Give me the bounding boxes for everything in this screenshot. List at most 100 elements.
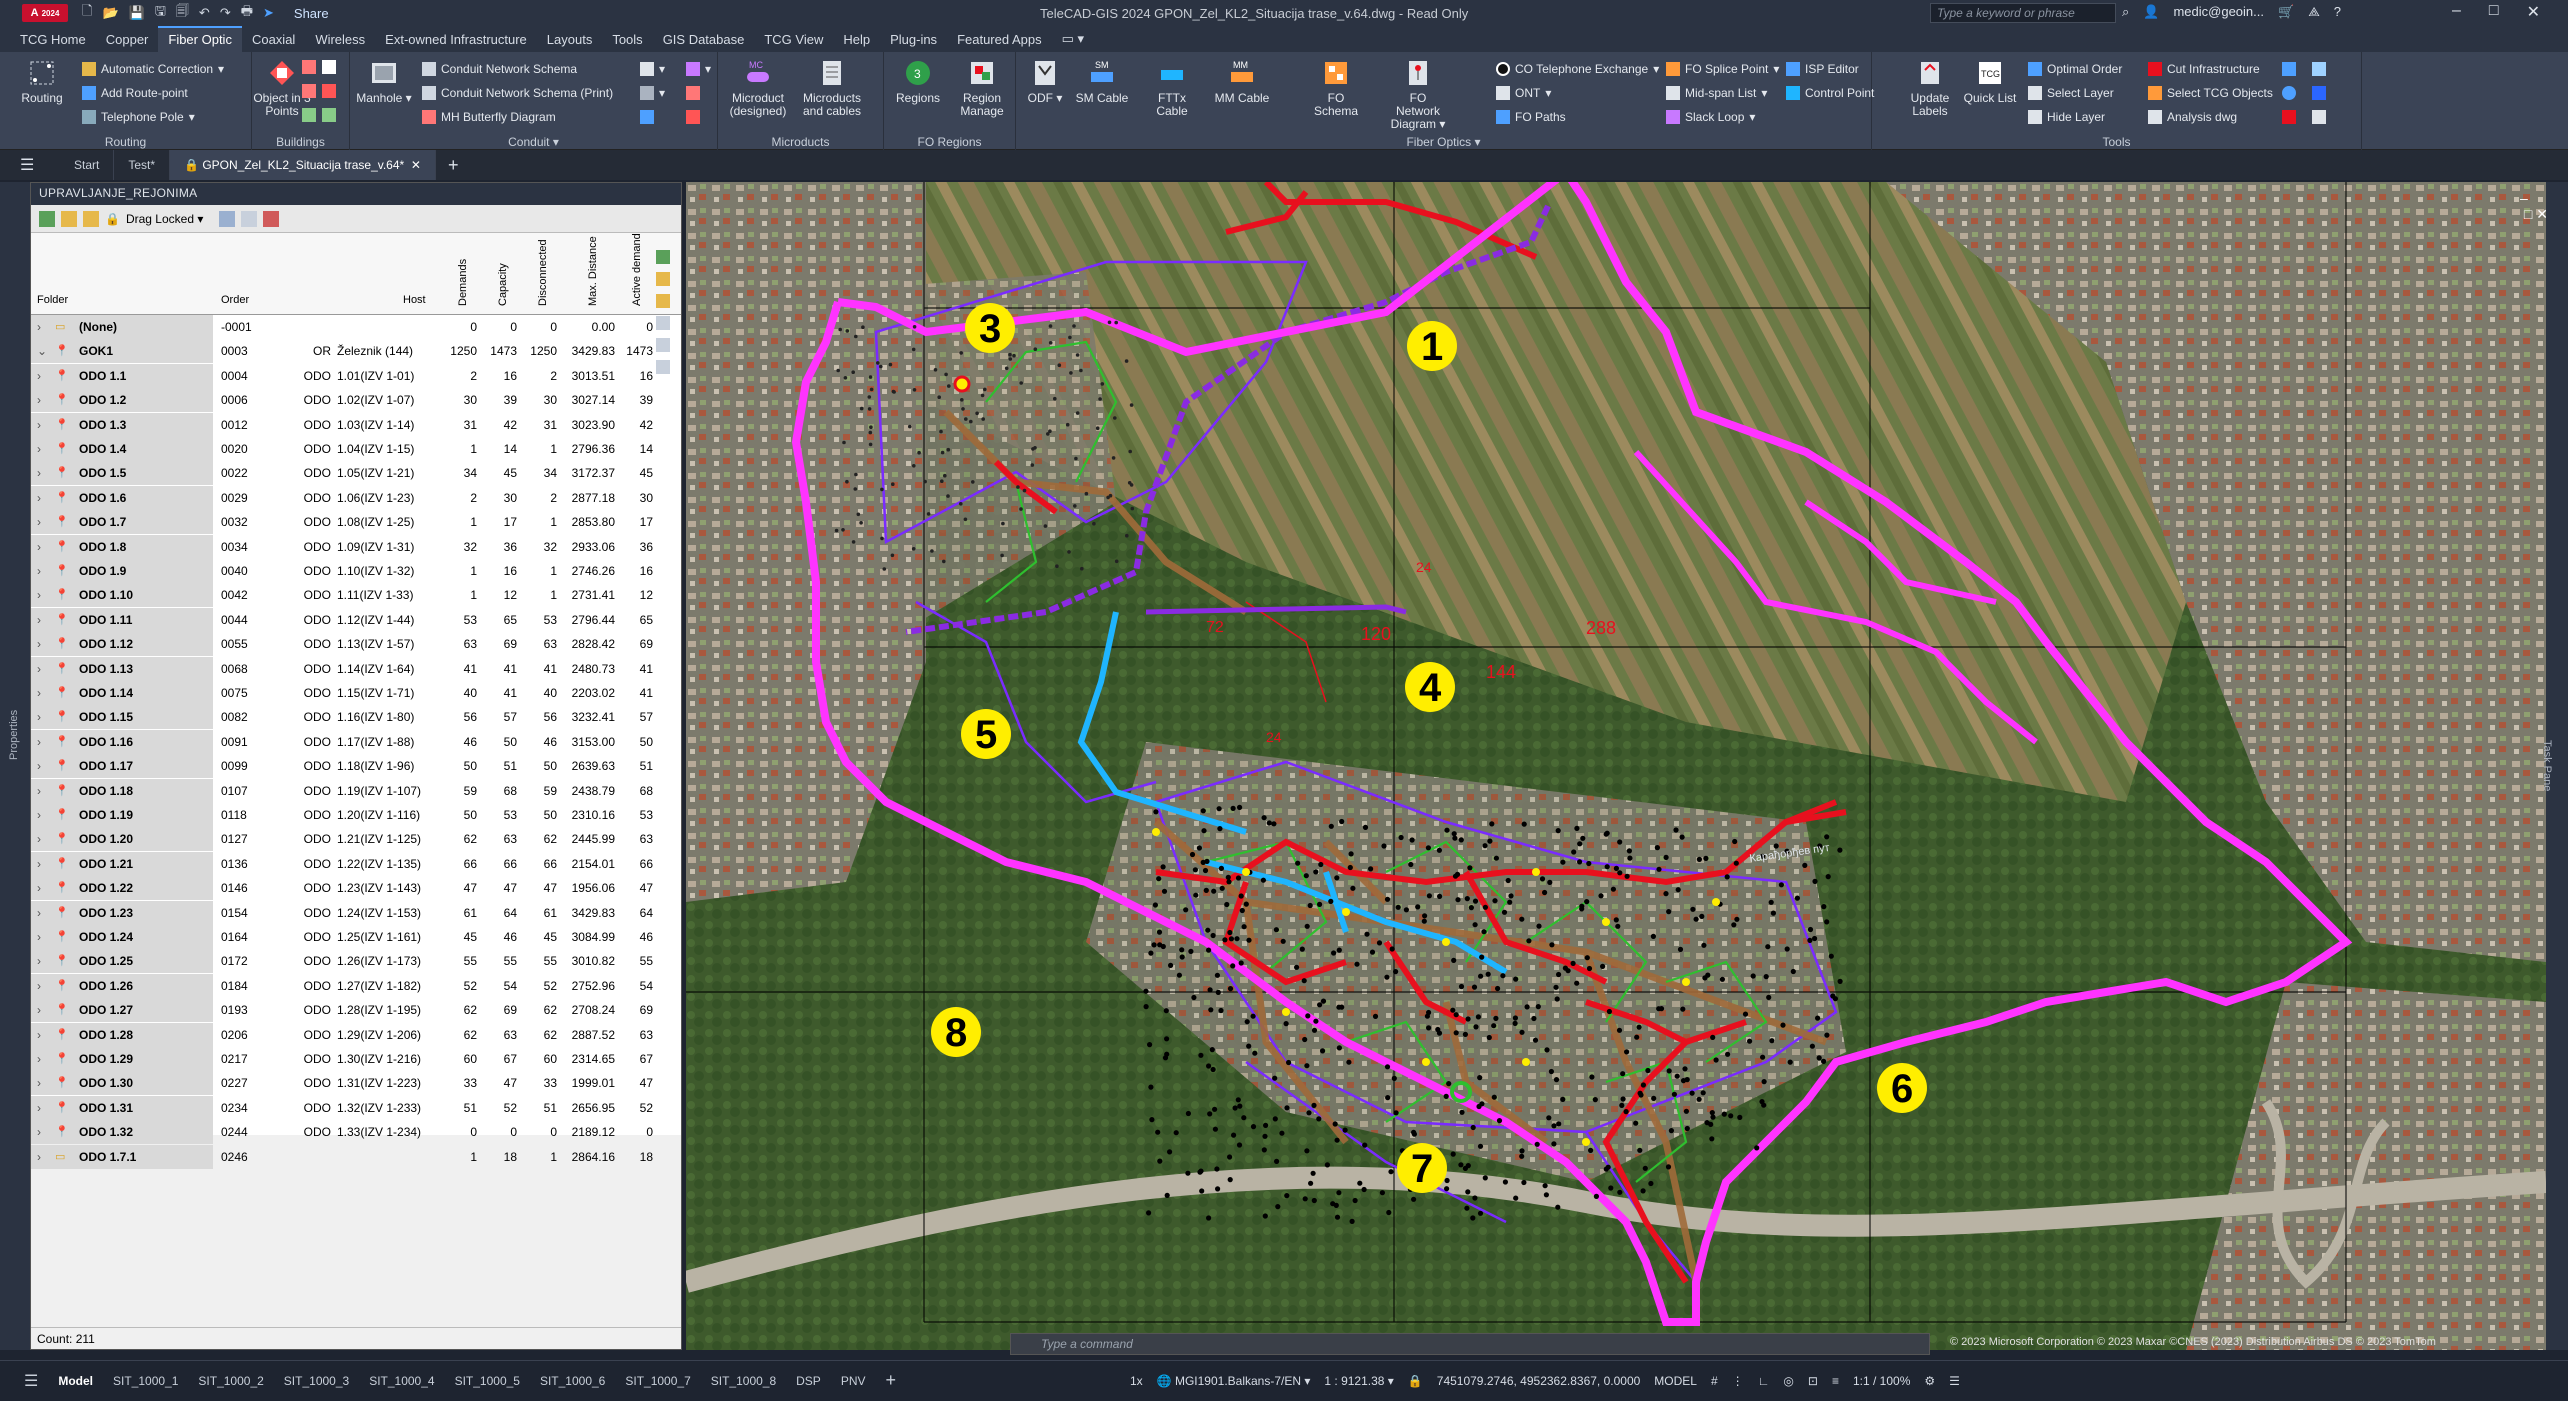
status-scale[interactable]: 1 : 9121.38 ▾	[1324, 1374, 1393, 1388]
help-search-input[interactable]: Type a keyword or phrase	[1930, 3, 2116, 23]
tab-gis-database[interactable]: GIS Database	[653, 28, 755, 52]
table-row[interactable]: ODO 1.26 › 0184 ODO 1.27(IZV 1-182) 52 54 52 275…	[31, 973, 653, 998]
building-tool-5[interactable]	[302, 108, 316, 122]
table-row[interactable]: ODO 1.17 › 0099 ODO 1.18(IZV 1-96) 50 51 50 2639…	[31, 754, 653, 779]
control-point-button[interactable]: Control Point	[1786, 86, 1874, 100]
layout-tab-sit-1[interactable]: SIT_1000_1	[103, 1361, 188, 1401]
hide-layer-button[interactable]: Hide Layer	[2028, 110, 2105, 124]
update-labels-button[interactable]: Update Labels	[1900, 58, 1960, 118]
region-4-marker[interactable]: 4	[1405, 662, 1455, 712]
auto-correction-button[interactable]: Automatic Correction ▾	[82, 62, 224, 76]
row-expander[interactable]: ›	[37, 1096, 51, 1120]
table-row[interactable]: ODO 1.32 › 0244 ODO 1.33(IZV 1-234) 0 0 0 2189.1…	[31, 1120, 653, 1145]
conduit-tool-5[interactable]	[686, 86, 700, 100]
row-expander[interactable]: ›	[37, 510, 51, 534]
table-row[interactable]: ODO 1.22 › 0146 ODO 1.23(IZV 1-143) 47 47 47 195…	[31, 876, 653, 901]
mid-span-list-button[interactable]: Mid-span List ▾	[1666, 86, 1767, 100]
tab-plug-ins[interactable]: Plug-ins	[880, 28, 947, 52]
tab-copper[interactable]: Copper	[96, 28, 159, 52]
row-expander[interactable]: ›	[37, 974, 51, 998]
region-6-marker[interactable]: 6	[1877, 1063, 1927, 1113]
edit-folder-icon[interactable]	[83, 210, 99, 227]
table-row[interactable]: ODO 1.15 › 0082 ODO 1.16(IZV 1-80) 56 57 56 3232…	[31, 705, 653, 730]
row-expander[interactable]: ›	[37, 1023, 51, 1047]
share-button[interactable]: Share	[294, 6, 329, 21]
microduct-designed-button[interactable]: MC Microduct (designed)	[728, 58, 788, 118]
select-layer-button[interactable]: Select Layer	[2028, 86, 2114, 100]
row-expander[interactable]: ›	[37, 876, 51, 900]
undo-icon[interactable]: ↶	[199, 5, 210, 21]
region-8-marker[interactable]: 8	[931, 1007, 981, 1057]
table-row[interactable]: ODO 1.8 › 0034 ODO 1.09(IZV 1-31) 32 36 32 2933.…	[31, 534, 653, 559]
plot-icon[interactable]: 🖶	[241, 2, 253, 24]
status-crs[interactable]: 🌐 MGI1901.Balkans-7/EN ▾	[1157, 1374, 1311, 1388]
polar-icon[interactable]: ◎	[1783, 1374, 1793, 1388]
row-expander[interactable]: ›	[37, 437, 51, 461]
status-model-toggle[interactable]: MODEL	[1654, 1374, 1697, 1388]
row-expander[interactable]: ›	[37, 681, 51, 705]
map-viewport[interactable]: 120 288 144 24 72 24 Карађорђев пут 1 3 …	[686, 182, 2546, 1350]
col-folder[interactable]: Folder	[37, 294, 68, 306]
table-row[interactable]: ODO 1.18 › 0107 ODO 1.19(IZV 1-107) 59 68 59 243…	[31, 778, 653, 803]
tool-extra-3[interactable]	[2282, 86, 2296, 100]
tab-tcg-view[interactable]: TCG View	[754, 28, 833, 52]
command-line-input[interactable]: Type a command	[1010, 1333, 1930, 1355]
table-row[interactable]: ODO 1.14 › 0075 ODO 1.15(IZV 1-71) 40 41 40 2203…	[31, 681, 653, 705]
cut-infrastructure-button[interactable]: Cut Infrastructure	[2148, 62, 2260, 76]
layout-tab-sit-4[interactable]: SIT_1000_4	[359, 1361, 444, 1401]
conduit-schema-print-button[interactable]: Conduit Network Schema (Print)	[422, 86, 613, 100]
vtool-link-icon[interactable]	[656, 316, 670, 330]
col-demands[interactable]: Demands	[457, 259, 469, 306]
add-layout-button[interactable]: +	[876, 1361, 907, 1401]
table-row[interactable]: ODO 1.16 › 0091 ODO 1.17(IZV 1-88) 46 50 46 3153…	[31, 729, 653, 754]
table-row[interactable]: ODO 1.5 › 0022 ODO 1.05(IZV 1-21) 34 45 34 3172.…	[31, 461, 653, 486]
tab-test[interactable]: Test*	[114, 150, 171, 180]
ortho-icon[interactable]: ∟	[1758, 1374, 1770, 1388]
tab-wireless[interactable]: Wireless	[305, 28, 375, 52]
row-expander[interactable]: ›	[37, 925, 51, 949]
tab-featured-apps[interactable]: Featured Apps	[947, 28, 1052, 52]
isp-editor-button[interactable]: ISP Editor	[1786, 62, 1859, 76]
building-tool-3[interactable]	[302, 84, 316, 98]
col-disconnected[interactable]: Disconnected	[537, 239, 549, 306]
layout-tab-dsp[interactable]: DSP	[786, 1361, 831, 1401]
export-icon[interactable]	[263, 210, 280, 227]
region-5-marker[interactable]: 5	[961, 709, 1011, 759]
task-pane-tab[interactable]: Task Pane	[2541, 740, 2553, 791]
annotation-scale[interactable]: 1:1 / 100%	[1853, 1374, 1910, 1388]
building-tool-1[interactable]	[302, 60, 316, 74]
region-3-marker[interactable]: 3	[965, 303, 1015, 353]
table-row[interactable]: ODO 1.6 › 0029 ODO 1.06(IZV 1-23) 2 30 2 2877.18…	[31, 485, 653, 510]
telephone-pole-button[interactable]: Telephone Pole ▾	[82, 110, 195, 124]
new-file-icon[interactable]: 🗋	[82, 2, 92, 24]
status-lock-icon[interactable]: 🔒	[1408, 1374, 1423, 1388]
layout-tab-sit-3[interactable]: SIT_1000_3	[274, 1361, 359, 1401]
row-expander[interactable]: ›	[37, 852, 51, 876]
snap-icon[interactable]: ⋮	[1732, 1374, 1744, 1388]
select-tcg-objects-button[interactable]: Select TCG Objects	[2148, 86, 2273, 100]
row-expander[interactable]: ›	[37, 754, 51, 778]
fo-paths-button[interactable]: FO Paths	[1496, 110, 1566, 124]
row-expander[interactable]: ›	[37, 827, 51, 851]
row-expander[interactable]: ›	[37, 705, 51, 729]
search-icon[interactable]: ⌕	[2122, 4, 2129, 20]
mm-cable-button[interactable]: MM MM Cable	[1212, 58, 1272, 105]
tab-tcg-home[interactable]: TCG Home	[10, 28, 96, 52]
maximize-button[interactable]: □	[2489, 2, 2499, 22]
menu-icon[interactable]: ☰	[20, 155, 60, 175]
close-button[interactable]: ✕	[2527, 2, 2540, 22]
layout-tab-sit-2[interactable]: SIT_1000_2	[188, 1361, 273, 1401]
region-1-marker[interactable]: 1	[1407, 321, 1457, 371]
row-expander[interactable]: ›	[37, 803, 51, 827]
row-expander[interactable]: ›	[37, 657, 51, 681]
vtool-folder2-icon[interactable]	[656, 294, 670, 308]
row-expander[interactable]: ›	[37, 901, 51, 925]
table-row[interactable]: ODO 1.29 › 0217 ODO 1.30(IZV 1-216) 60 67 60 231…	[31, 1047, 653, 1071]
close-tab-icon[interactable]: ✕	[411, 158, 421, 172]
vtool-pen-icon[interactable]	[656, 250, 670, 264]
conduit-tool-2[interactable]: ▾	[640, 86, 665, 100]
conduit-tool-1[interactable]: ▾	[640, 62, 665, 76]
row-expander[interactable]: ›	[37, 779, 51, 803]
add-tab-button[interactable]: +	[436, 155, 471, 176]
tool-extra-2[interactable]	[2312, 62, 2326, 76]
